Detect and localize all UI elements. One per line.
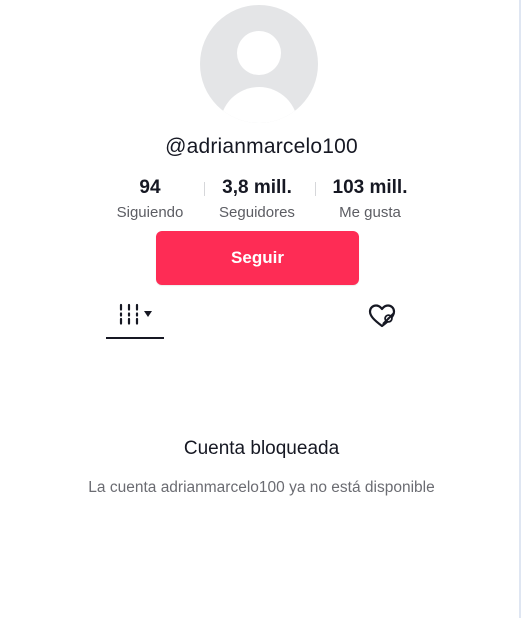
blocked-account-title: Cuenta bloqueada xyxy=(183,438,340,459)
default-avatar-body-icon xyxy=(220,87,298,123)
stat-following[interactable]: 94 Siguiendo xyxy=(106,177,194,222)
username: @adrianmarcelo100 xyxy=(165,135,358,158)
following-label: Siguiendo xyxy=(116,204,184,221)
followers-label: Seguidores xyxy=(219,204,295,221)
tab-videos[interactable] xyxy=(106,298,164,340)
caret-down-icon xyxy=(144,311,152,317)
hidden-liked-heart-icon[interactable] xyxy=(366,300,398,332)
likes-label: Me gusta xyxy=(339,204,401,221)
stat-likes[interactable]: 103 mill. Me gusta xyxy=(319,177,421,222)
likes-count: 103 mill. xyxy=(332,177,408,198)
blocked-account-description: La cuenta adrianmarcelo100 ya no está di… xyxy=(88,479,435,496)
default-avatar-head-icon xyxy=(237,31,281,75)
profile-screen: @adrianmarcelo100 94 Siguiendo 3,8 mill.… xyxy=(0,0,523,618)
stat-divider xyxy=(315,182,316,196)
avatar[interactable] xyxy=(200,5,318,123)
stat-followers[interactable]: 3,8 mill. Seguidores xyxy=(207,177,307,222)
screen-edge-divider xyxy=(519,0,521,618)
profile-stats: 94 Siguiendo 3,8 mill. Seguidores 103 mi… xyxy=(100,177,430,227)
following-count: 94 xyxy=(139,177,161,198)
followers-count: 3,8 mill. xyxy=(222,177,292,198)
follow-button[interactable]: Seguir xyxy=(156,231,359,285)
grid-icon xyxy=(119,303,139,325)
stat-divider xyxy=(204,182,205,196)
active-tab-indicator xyxy=(106,337,164,339)
